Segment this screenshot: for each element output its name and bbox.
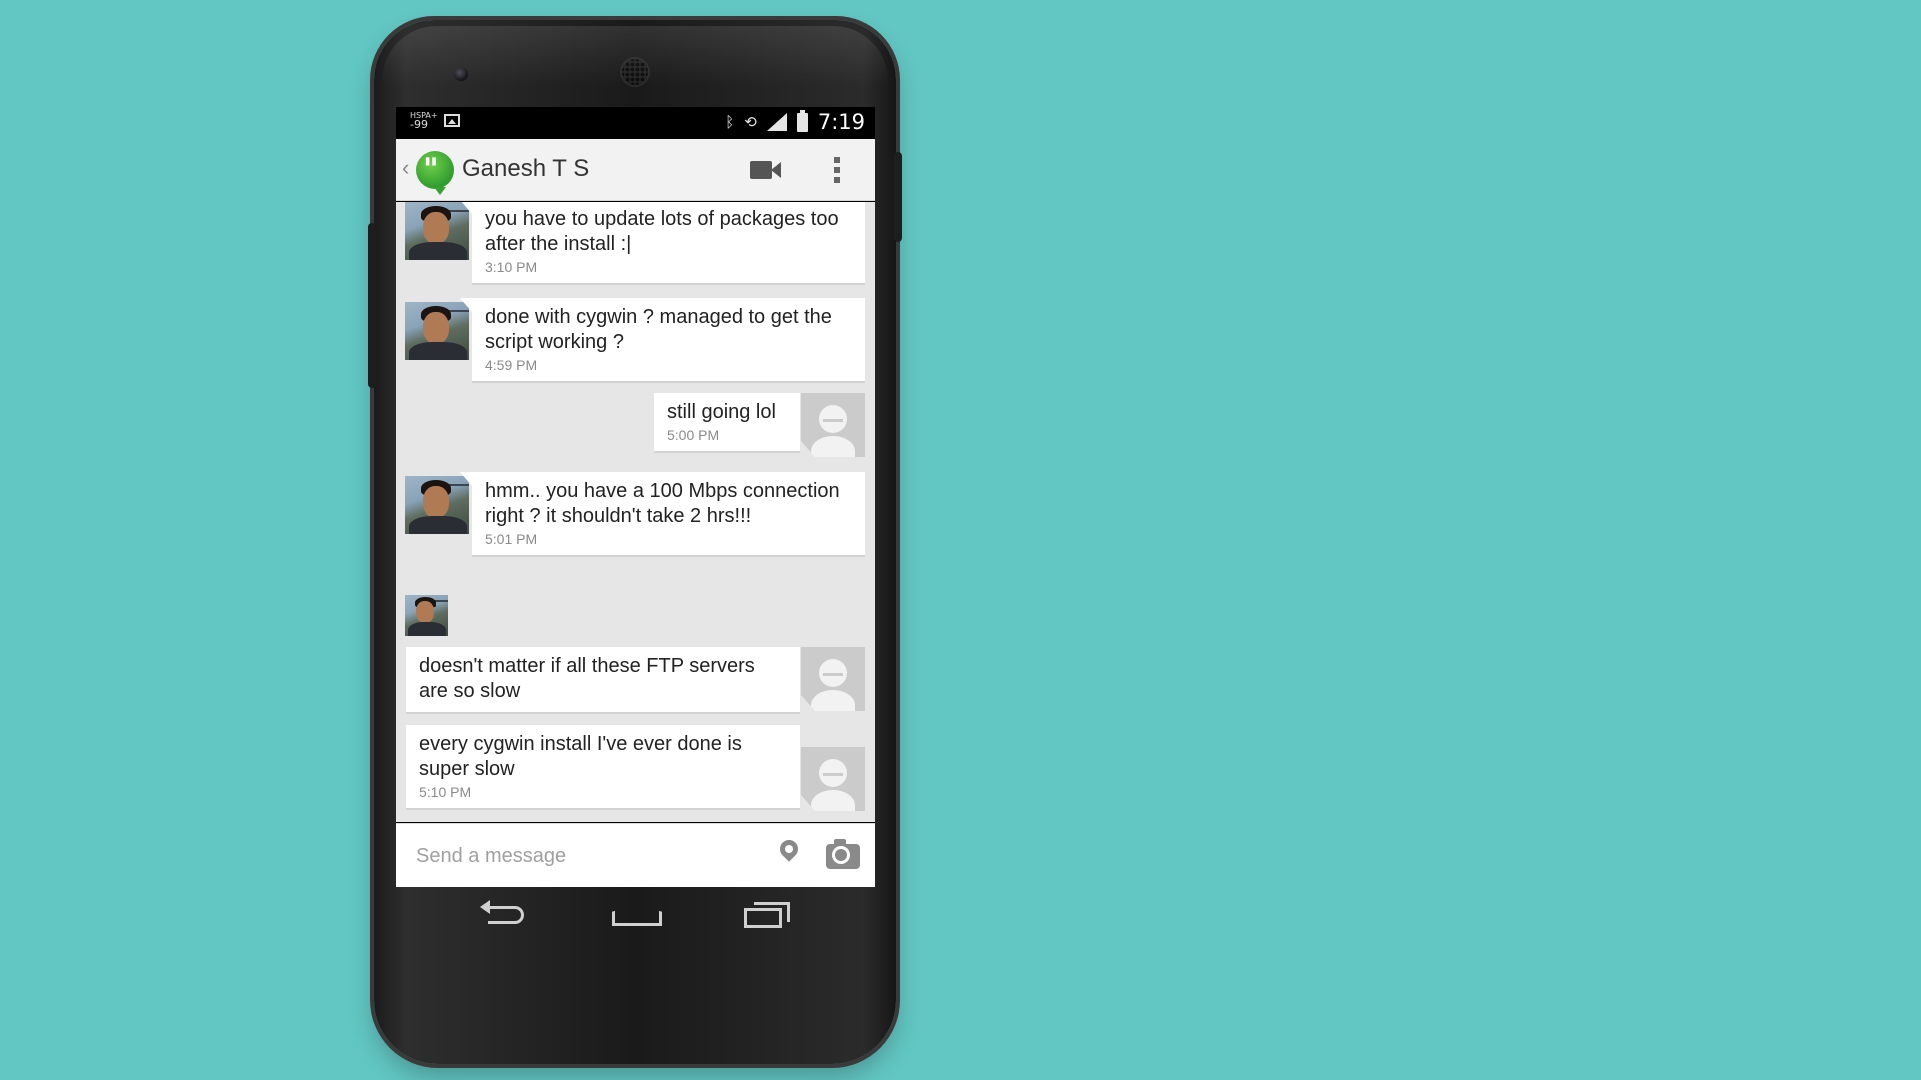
my-avatar[interactable] xyxy=(801,393,865,457)
video-call-icon[interactable] xyxy=(750,161,781,179)
network-indicator: HSPA+ -99 xyxy=(410,111,438,131)
message-text: hmm.. you have a 100 Mbps connection rig… xyxy=(485,480,840,527)
message-timestamp: 5:10 PM xyxy=(419,784,472,800)
message-text: done with cygwin ? managed to get the sc… xyxy=(485,306,832,353)
camera-icon[interactable] xyxy=(826,839,860,869)
contact-name-title[interactable]: Ganesh T S xyxy=(462,155,589,183)
read-receipt-avatar xyxy=(405,595,448,636)
conversation-action-bar: ‹ " Ganesh T S xyxy=(396,139,875,201)
outgoing-message[interactable]: still going lol 5:00 PM xyxy=(654,393,800,453)
message-timestamp: 5:01 PM xyxy=(485,531,538,547)
incoming-message[interactable]: you have to update lots of packages too … xyxy=(460,202,865,285)
compose-bar xyxy=(396,823,875,887)
my-avatar[interactable] xyxy=(801,647,865,711)
phone-screen: HSPA+ -99 ᛒ ⟲ 7:19 ‹ " Ganesh T S you ha… xyxy=(396,107,875,887)
front-camera-lens xyxy=(454,67,468,81)
hangouts-icon[interactable]: " xyxy=(416,151,454,195)
incoming-message[interactable]: done with cygwin ? managed to get the sc… xyxy=(460,298,865,383)
message-text: you have to update lots of packages too … xyxy=(485,208,839,255)
incoming-message[interactable]: hmm.. you have a 100 Mbps connection rig… xyxy=(460,472,865,557)
earpiece-speaker xyxy=(620,57,650,87)
signal-value: -99 xyxy=(410,118,428,131)
message-text: doesn't matter if all these FTP servers … xyxy=(419,655,755,702)
up-navigation-icon[interactable]: ‹ xyxy=(402,155,409,181)
outgoing-message[interactable]: every cygwin install I've ever done is s… xyxy=(406,725,800,810)
home-icon[interactable] xyxy=(612,902,662,926)
battery-icon xyxy=(796,109,808,132)
bluetooth-icon: ᛒ xyxy=(725,113,735,131)
image-notification-icon xyxy=(444,113,460,127)
recent-apps-icon[interactable] xyxy=(744,902,790,928)
navigation-bar xyxy=(396,888,875,952)
rotation-icon: ⟲ xyxy=(744,113,757,131)
message-timestamp: 3:10 PM xyxy=(485,259,538,275)
message-timestamp: 5:00 PM xyxy=(667,427,720,443)
message-timestamp: 4:59 PM xyxy=(485,357,538,373)
signal-h-icon xyxy=(766,113,787,131)
back-icon[interactable] xyxy=(480,900,526,928)
power-button xyxy=(894,152,902,242)
status-clock: 7:19 xyxy=(817,110,865,134)
status-bar: HSPA+ -99 ᛒ ⟲ 7:19 xyxy=(396,107,875,139)
overflow-menu-icon[interactable] xyxy=(834,157,840,185)
message-input[interactable] xyxy=(416,839,756,873)
message-list[interactable]: you have to update lots of packages too … xyxy=(396,202,875,822)
message-text: still going lol xyxy=(667,401,776,423)
volume-buttons xyxy=(368,223,376,388)
message-text: every cygwin install I've ever done is s… xyxy=(419,733,742,780)
my-avatar[interactable] xyxy=(801,747,865,811)
location-pin-icon[interactable] xyxy=(776,836,802,862)
outgoing-message[interactable]: doesn't matter if all these FTP servers … xyxy=(406,647,800,714)
